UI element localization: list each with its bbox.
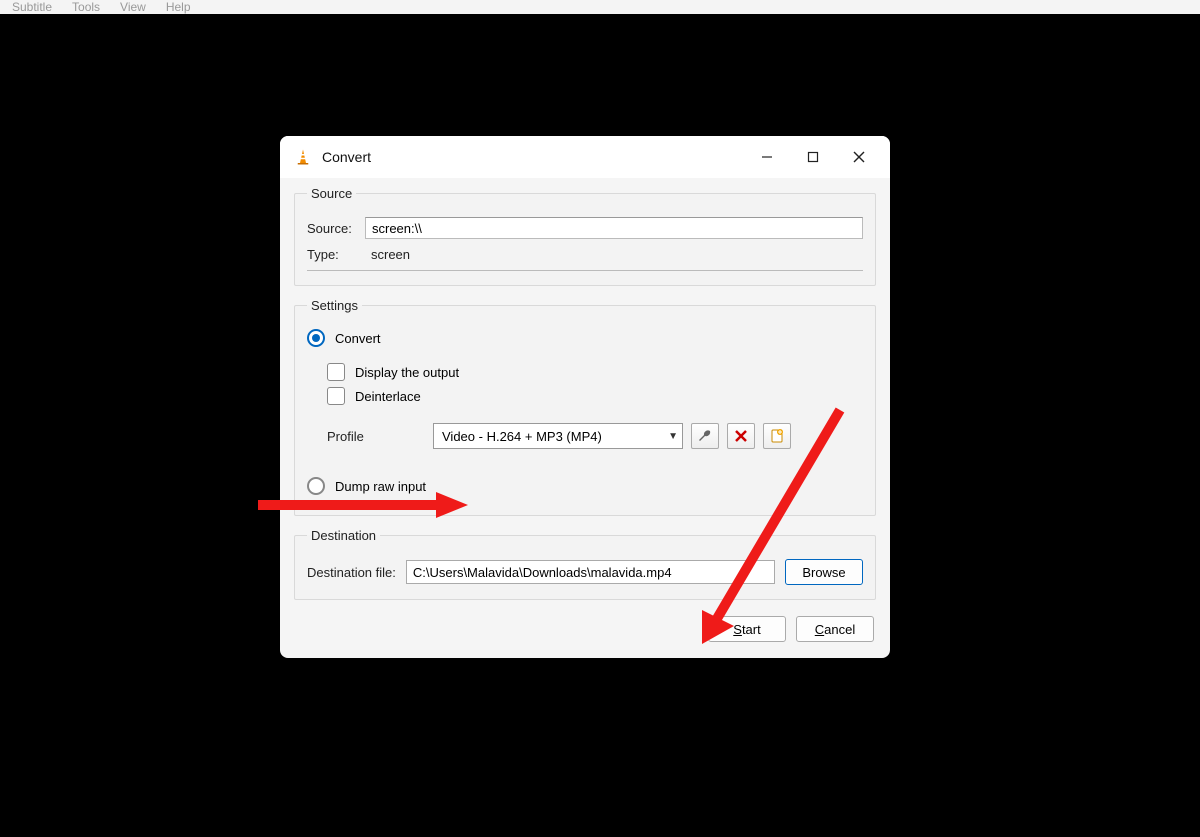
new-profile-button[interactable] <box>763 423 791 449</box>
start-button[interactable]: Start <box>708 616 786 642</box>
convert-dialog: Convert Source Source: Type: screen Sett… <box>280 136 890 658</box>
menu-help[interactable]: Help <box>166 0 191 14</box>
destination-file-label: Destination file: <box>307 565 396 580</box>
source-input[interactable] <box>365 217 863 239</box>
destination-file-input[interactable] <box>406 560 775 584</box>
profile-row: Profile Video - H.264 + MP3 (MP4) ▼ <box>327 423 863 449</box>
chevron-down-icon: ▼ <box>668 431 678 442</box>
edit-profile-button[interactable] <box>691 423 719 449</box>
profile-combo-value: Video - H.264 + MP3 (MP4) <box>442 429 668 444</box>
dialog-actions: Start Cancel <box>294 612 876 644</box>
settings-group: Settings Convert Display the output Dein… <box>294 298 876 516</box>
convert-radio[interactable] <box>307 329 325 347</box>
close-button[interactable] <box>836 141 882 173</box>
vlc-cone-icon <box>294 148 312 166</box>
convert-radio-label: Convert <box>335 331 381 346</box>
deinterlace-label: Deinterlace <box>355 389 421 404</box>
maximize-button[interactable] <box>790 141 836 173</box>
wrench-icon <box>697 428 713 444</box>
source-label: Source: <box>307 221 365 236</box>
dump-raw-label: Dump raw input <box>335 479 426 494</box>
dump-raw-row[interactable]: Dump raw input <box>307 477 863 495</box>
menu-subtitle[interactable]: Subtitle <box>12 0 52 14</box>
source-group: Source Source: Type: screen <box>294 186 876 286</box>
cancel-button[interactable]: Cancel <box>796 616 874 642</box>
titlebar[interactable]: Convert <box>280 136 890 178</box>
display-output-label: Display the output <box>355 365 459 380</box>
deinterlace-checkbox[interactable] <box>327 387 345 405</box>
minimize-button[interactable] <box>744 141 790 173</box>
profile-combo[interactable]: Video - H.264 + MP3 (MP4) ▼ <box>433 423 683 449</box>
menubar: Subtitle Tools View Help <box>0 0 1200 14</box>
type-label: Type: <box>307 247 365 262</box>
settings-legend: Settings <box>307 298 362 313</box>
menu-view[interactable]: View <box>120 0 146 14</box>
new-document-icon <box>769 428 785 444</box>
source-legend: Source <box>307 186 356 201</box>
display-output-checkbox[interactable] <box>327 363 345 381</box>
destination-group: Destination Destination file: Browse <box>294 528 876 600</box>
convert-radio-row[interactable]: Convert <box>307 329 863 347</box>
dialog-title: Convert <box>322 149 371 165</box>
type-value: screen <box>365 245 863 264</box>
destination-legend: Destination <box>307 528 380 543</box>
deinterlace-row[interactable]: Deinterlace <box>327 387 863 405</box>
delete-profile-button[interactable] <box>727 423 755 449</box>
menu-tools[interactable]: Tools <box>72 0 100 14</box>
display-output-row[interactable]: Display the output <box>327 363 863 381</box>
browse-button[interactable]: Browse <box>785 559 863 585</box>
x-icon <box>733 428 749 444</box>
profile-label: Profile <box>327 429 425 444</box>
dump-raw-radio[interactable] <box>307 477 325 495</box>
